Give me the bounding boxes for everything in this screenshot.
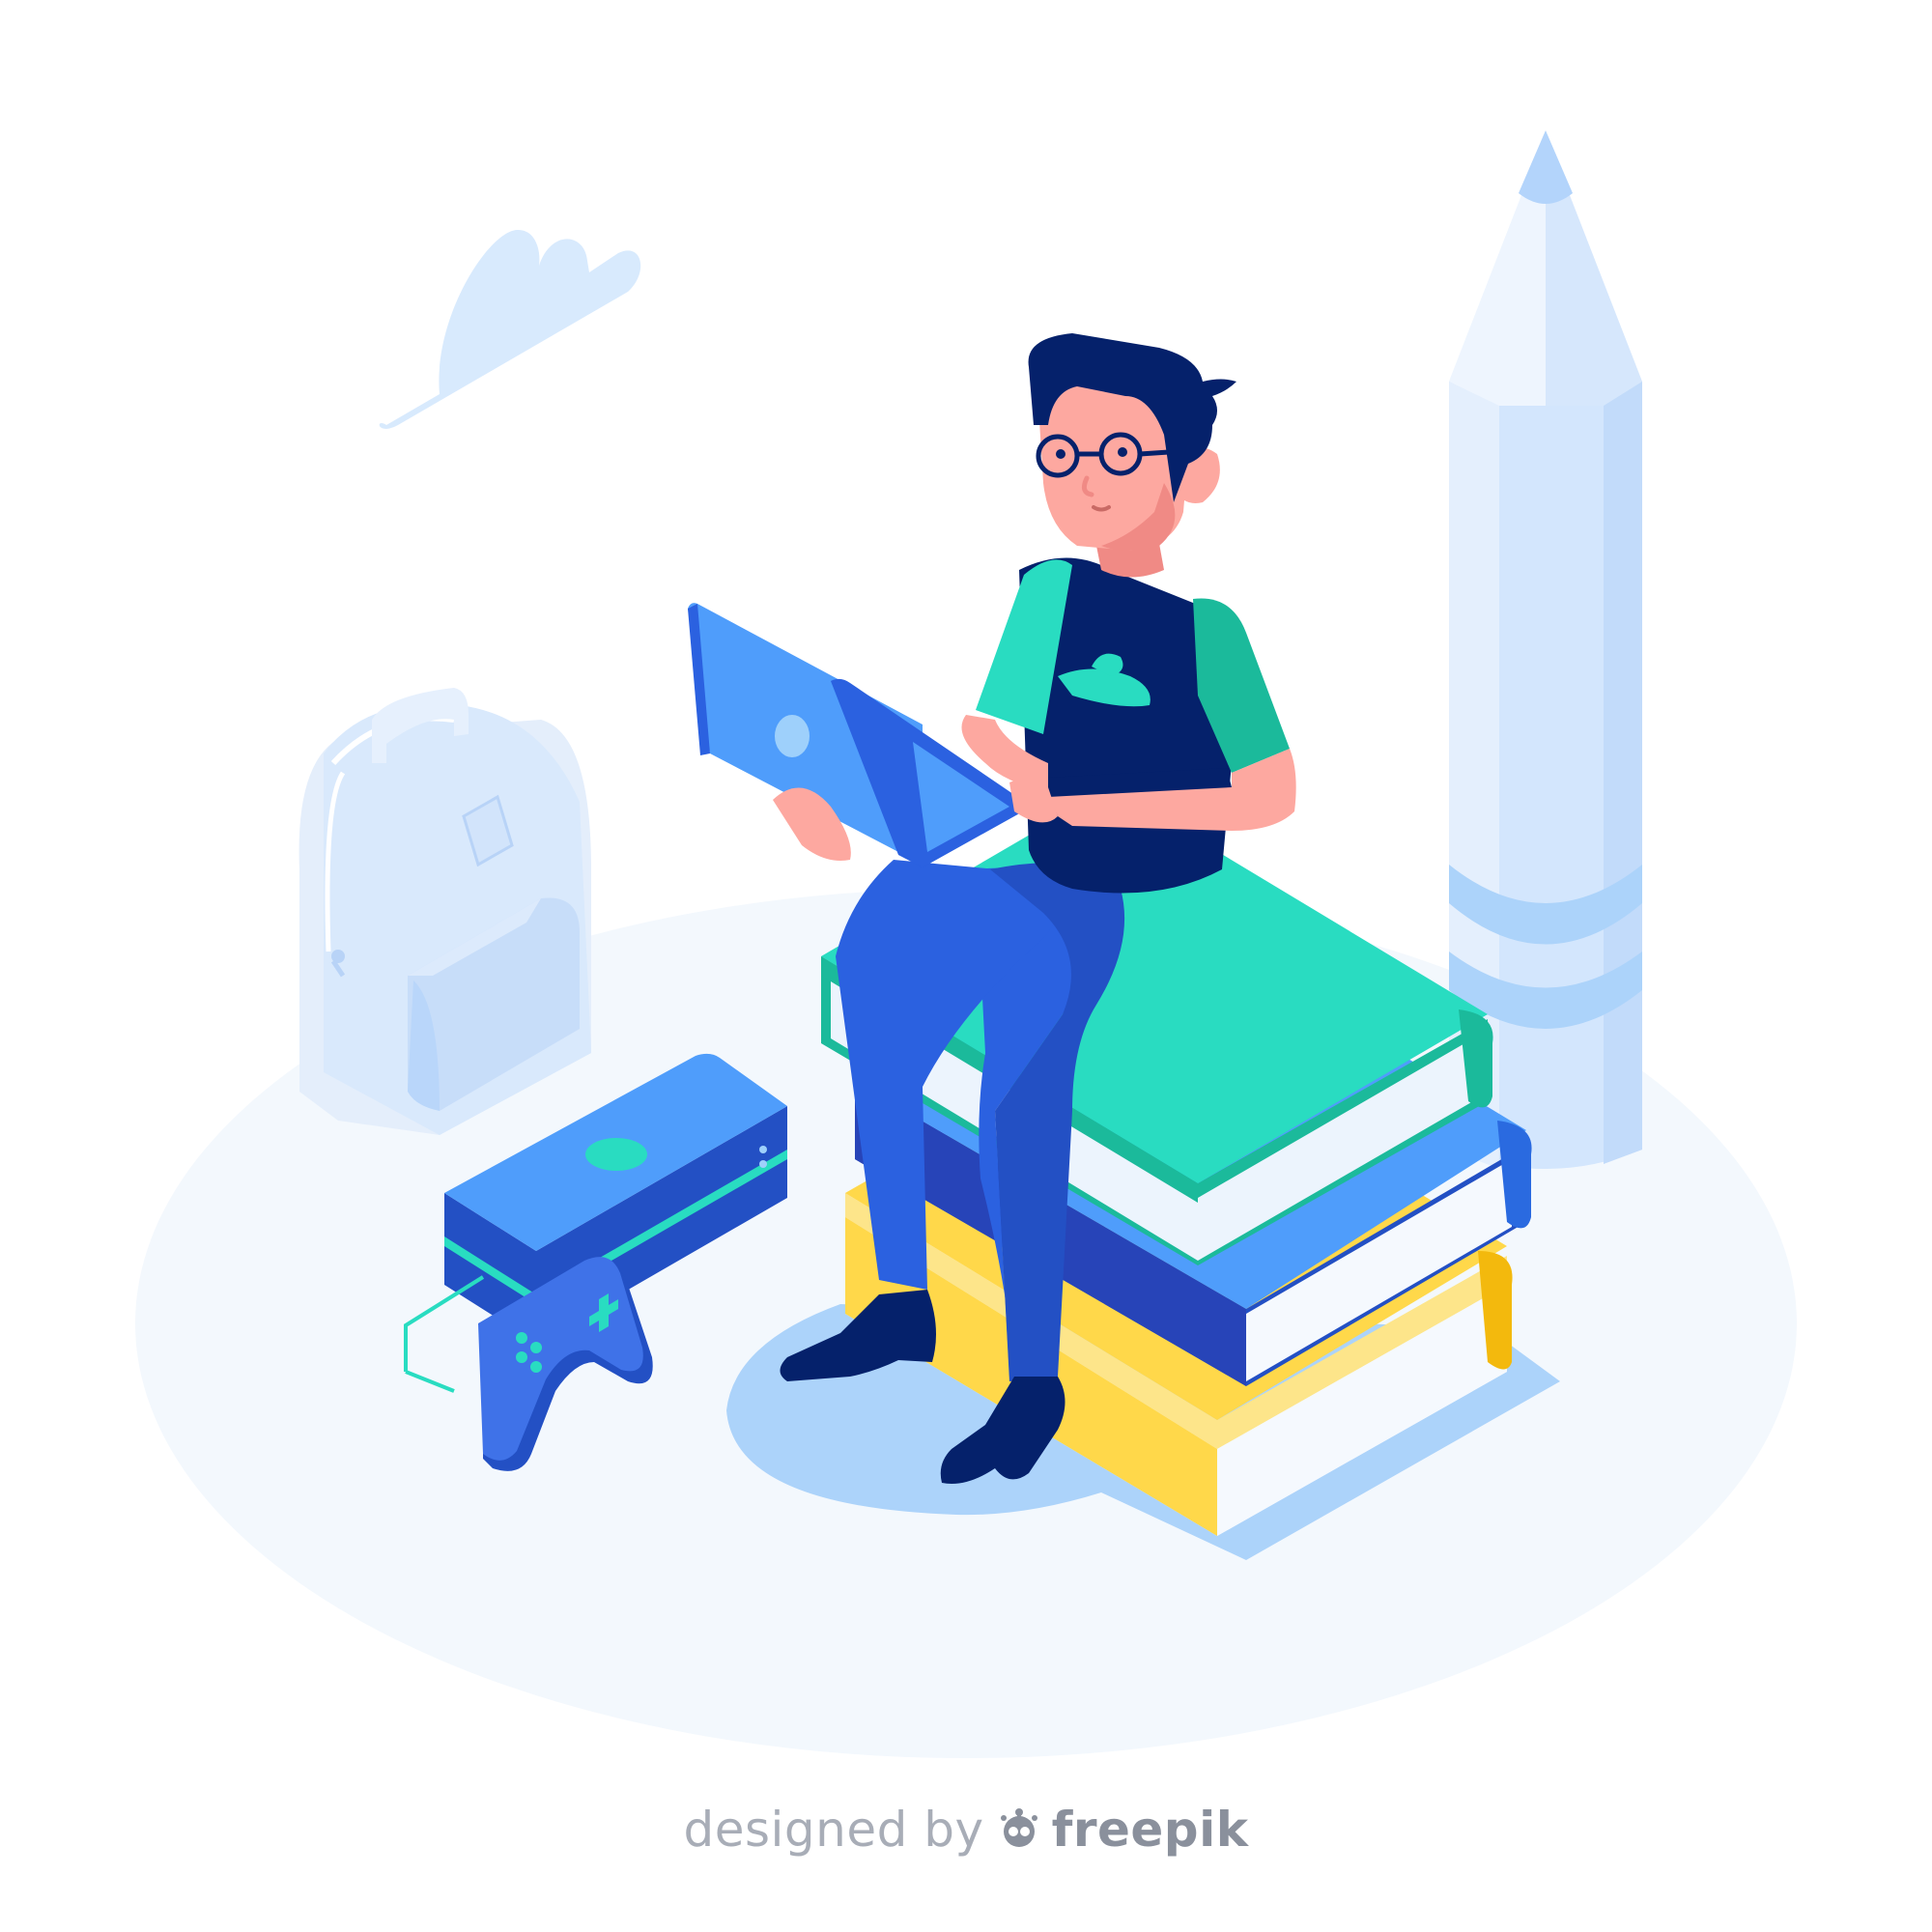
freepik-logo-icon [996, 1804, 1042, 1862]
backpack-icon [298, 688, 591, 1135]
credit-line: designed by freepik [0, 1802, 1932, 1862]
illustration-scene [135, 130, 1797, 1758]
brand-name[interactable]: freepik [1052, 1802, 1249, 1858]
designed-by-text: designed by [683, 1802, 984, 1858]
cloud-icon [379, 229, 641, 429]
